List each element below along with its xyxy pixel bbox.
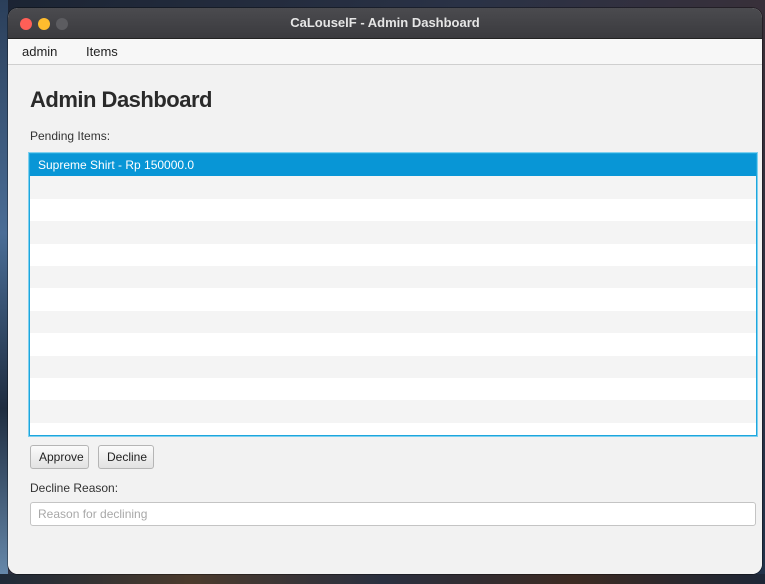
pending-items-list[interactable]: Supreme Shirt - Rp 150000.0 [29, 153, 757, 436]
list-empty-row [30, 288, 756, 311]
title-bar[interactable]: CaLouselF - Admin Dashboard [8, 8, 762, 39]
menu-items[interactable]: Items [86, 39, 118, 64]
page-title: Admin Dashboard [30, 87, 212, 112]
pending-items-label: Pending Items: [30, 129, 111, 143]
list-item[interactable]: Supreme Shirt - Rp 150000.0 [30, 154, 756, 177]
decline-button[interactable]: Decline [98, 445, 154, 469]
list-empty-row [30, 176, 756, 199]
dashboard-content: Admin Dashboard Pending Items: Supreme S… [8, 65, 762, 574]
desktop-background-left [0, 0, 8, 584]
list-empty-row [30, 355, 756, 378]
approve-button[interactable]: Approve [30, 445, 89, 469]
list-empty-row [30, 400, 756, 423]
list-empty-row [30, 198, 756, 222]
list-empty-row [30, 221, 756, 244]
menu-bar: admin Items [8, 39, 762, 65]
list-empty-row [30, 243, 756, 266]
app-window: CaLouselF - Admin Dashboard admin Items … [8, 8, 762, 574]
desktop-background-bottom [0, 574, 765, 584]
list-empty-row [30, 377, 756, 401]
menu-admin[interactable]: admin [22, 39, 57, 64]
decline-reason-input[interactable] [30, 502, 756, 526]
list-empty-row [30, 333, 756, 356]
decline-reason-label: Decline Reason: [30, 481, 119, 495]
list-empty-row [30, 310, 756, 334]
list-empty-row [30, 265, 756, 289]
window-title: CaLouselF - Admin Dashboard [290, 15, 480, 30]
